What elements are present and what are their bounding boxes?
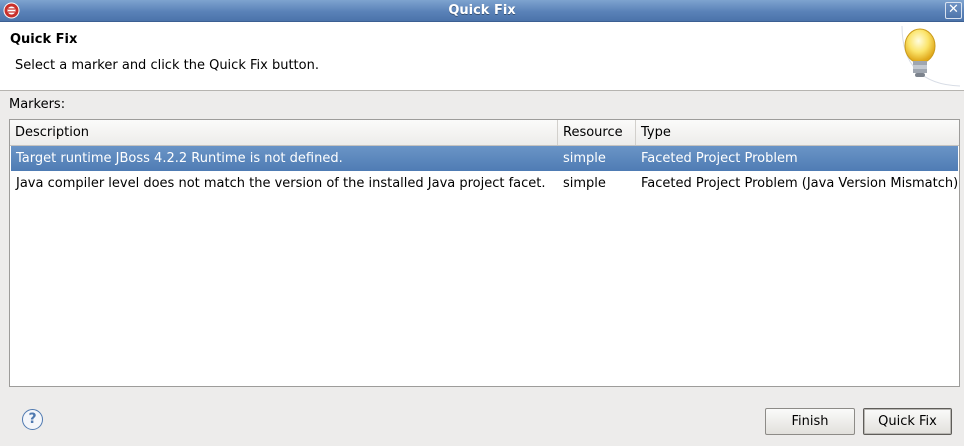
lightbulb-icon	[900, 24, 962, 88]
table-header: Description Resource Type	[10, 120, 959, 146]
help-icon: ?	[28, 411, 37, 427]
dialog-header: Quick Fix Select a marker and click the …	[0, 22, 964, 91]
finish-button[interactable]: Finish	[765, 408, 855, 435]
cell-type: Faceted Project Problem (Java Version Mi…	[641, 176, 959, 191]
cell-description: Java compiler level does not match the v…	[16, 176, 546, 191]
title-bar[interactable]: Quick Fix ✕	[0, 0, 964, 22]
header-message: Select a marker and click the Quick Fix …	[15, 58, 319, 73]
table-row[interactable]: Java compiler level does not match the v…	[11, 171, 958, 196]
cell-resource: simple	[563, 151, 606, 166]
window-title: Quick Fix	[448, 3, 516, 18]
help-button[interactable]: ?	[22, 409, 43, 430]
column-header-description[interactable]: Description	[10, 120, 558, 145]
column-header-type[interactable]: Type	[636, 120, 959, 145]
quick-fix-dialog: Quick Fix ✕ Quick Fix Select a marker an…	[0, 0, 964, 446]
quick-fix-button[interactable]: Quick Fix	[863, 408, 952, 435]
cell-type: Faceted Project Problem	[641, 151, 798, 166]
markers-label: Markers:	[9, 97, 66, 112]
close-button[interactable]: ✕	[945, 2, 962, 19]
cell-resource: simple	[563, 176, 606, 191]
table-row[interactable]: Target runtime JBoss 4.2.2 Runtime is no…	[11, 146, 958, 171]
header-title: Quick Fix	[10, 32, 78, 47]
cell-description: Target runtime JBoss 4.2.2 Runtime is no…	[16, 151, 343, 166]
close-icon: ✕	[948, 2, 959, 17]
column-header-resource[interactable]: Resource	[558, 120, 636, 145]
markers-table[interactable]: Description Resource Type Target runtime…	[9, 119, 960, 387]
